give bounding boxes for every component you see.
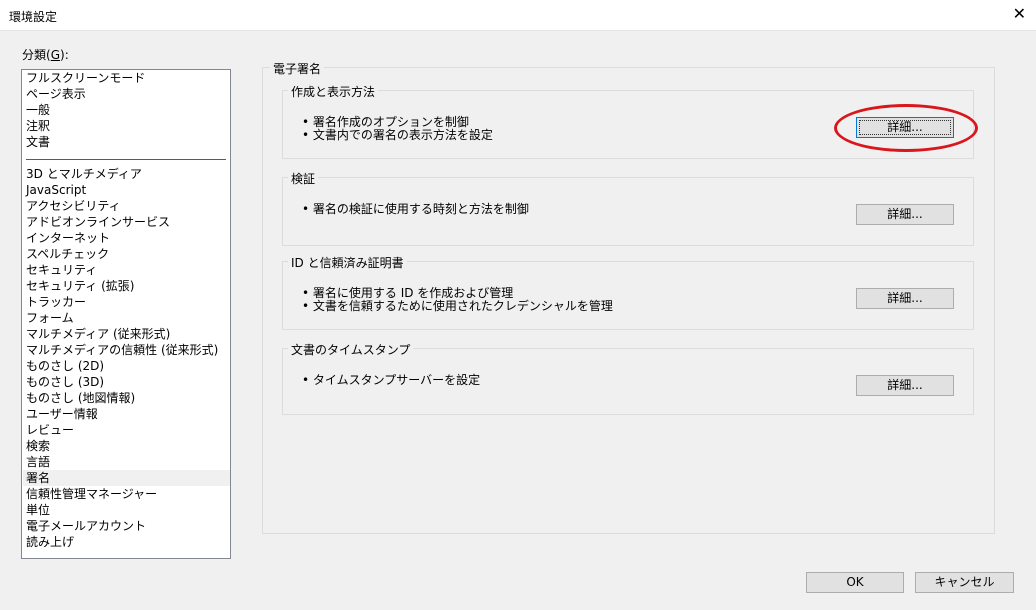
list-item-measuring-geo[interactable]: ものさし (地図情報) [26, 390, 135, 406]
list-item-javascript[interactable]: JavaScript [26, 182, 86, 198]
identities-certificates-line-2: • 文書を信頼するために使用されたクレデンシャルを管理 [302, 299, 613, 313]
list-item-search[interactable]: 検索 [26, 438, 50, 454]
list-item-security[interactable]: セキュリティ [26, 262, 97, 278]
timestamps-line-1: • タイムスタンプサーバーを設定 [302, 373, 481, 387]
list-item-accessibility[interactable]: アクセシビリティ [26, 198, 121, 214]
window-title: 環境設定 [9, 10, 58, 24]
list-item-units[interactable]: 単位 [26, 502, 50, 518]
creation-appearance-line-2: • 文書内での署名の表示方法を設定 [302, 128, 493, 142]
close-icon[interactable]: ✕ [1013, 5, 1026, 23]
list-item-comments[interactable]: 注釈 [26, 118, 50, 134]
digital-signatures-title: 電子署名 [270, 60, 325, 77]
identities-certificates-more-button[interactable]: 詳細... [856, 288, 954, 309]
list-item-read-out-loud[interactable]: 読み上げ [26, 534, 74, 550]
title-bar: 環境設定 ✕ [0, 0, 1036, 31]
list-item-signatures[interactable]: 署名 [23, 470, 230, 486]
verification-more-button[interactable]: 詳細... [856, 204, 954, 225]
category-list[interactable]: フルスクリーンモード ページ表示 一般 注釈 文書 3D とマルチメディア Ja… [21, 69, 231, 559]
list-item-3d-multimedia[interactable]: 3D とマルチメディア [26, 166, 142, 182]
creation-appearance-title: 作成と表示方法 [288, 83, 379, 100]
list-item-multimedia-trust-legacy[interactable]: マルチメディアの信頼性 (従来形式) [26, 342, 218, 358]
verification-line-1: • 署名の検証に使用する時刻と方法を制御 [302, 202, 529, 216]
category-label-text: 分類 [22, 48, 47, 62]
verification-title: 検証 [288, 170, 319, 187]
list-separator [26, 159, 226, 160]
ok-button[interactable]: OK [806, 572, 904, 593]
list-item-email-accounts[interactable]: 電子メールアカウント [26, 518, 146, 534]
list-item-measuring-3d[interactable]: ものさし (3D) [26, 374, 104, 390]
list-item-fullscreen[interactable]: フルスクリーンモード [26, 70, 145, 86]
list-item-internet[interactable]: インターネット [26, 230, 110, 246]
list-item-identity[interactable]: ユーザー情報 [26, 406, 98, 422]
list-item-page-display[interactable]: ページ表示 [26, 86, 86, 102]
identities-certificates-title: ID と信頼済み証明書 [288, 254, 407, 271]
timestamps-more-button[interactable]: 詳細... [856, 375, 954, 396]
list-item-language[interactable]: 言語 [26, 454, 50, 470]
timestamps-title: 文書のタイムスタンプ [288, 341, 414, 358]
cancel-button[interactable]: キャンセル [915, 572, 1014, 593]
list-item-general[interactable]: 一般 [26, 102, 50, 118]
mnemonic-key: G [50, 48, 61, 62]
list-item-forms[interactable]: フォーム [26, 310, 74, 326]
list-item-security-enhanced[interactable]: セキュリティ (拡張) [26, 278, 134, 294]
list-item-spelling[interactable]: スペルチェック [26, 246, 109, 262]
list-item-documents[interactable]: 文書 [26, 134, 50, 150]
list-item-reviewing[interactable]: レビュー [26, 422, 74, 438]
list-item-tracker[interactable]: トラッカー [26, 294, 86, 310]
creation-appearance-more-button[interactable]: 詳細... [856, 117, 954, 138]
list-item-measuring-2d[interactable]: ものさし (2D) [26, 358, 104, 374]
list-item-adobe-online-services[interactable]: アドビオンラインサービス [26, 214, 170, 230]
category-label: 分類(G): [22, 46, 69, 63]
mnemonic-close: ): [60, 48, 69, 62]
list-item-trust-manager[interactable]: 信頼性管理マネージャー [26, 486, 157, 502]
list-item-multimedia-legacy[interactable]: マルチメディア (従来形式) [26, 326, 170, 342]
